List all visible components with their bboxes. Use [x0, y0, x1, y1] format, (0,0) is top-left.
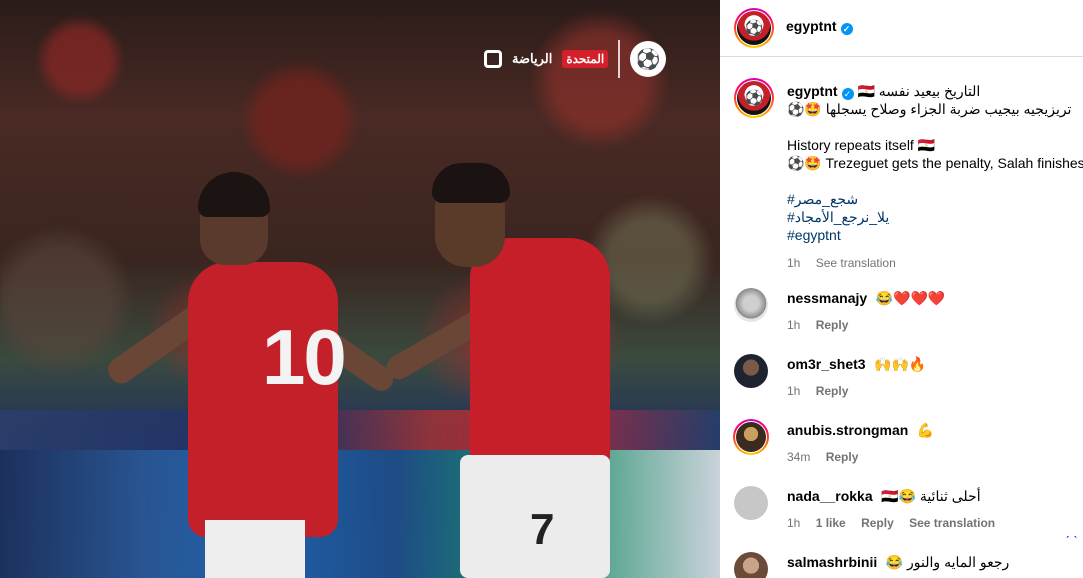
header-username[interactable]: egyptnt ✓ — [786, 18, 853, 35]
caption-time: 1h — [787, 256, 801, 270]
commenter-avatar[interactable] — [734, 486, 768, 520]
advertising-board — [0, 450, 720, 578]
logo-divider — [618, 40, 621, 78]
player-7-hair — [432, 163, 510, 203]
comment-username[interactable]: nada__rokka — [787, 488, 873, 504]
commenter-avatar[interactable] — [734, 354, 768, 388]
comment-item: nessmanajy 😂❤️❤️❤️ 1h Reply — [734, 288, 1083, 338]
header-username-text: egyptnt — [786, 18, 837, 34]
comments-panel: ⚽ egyptnt ✓ ⚽ egyptnt ✓ التاريخ بيعيد نفسه… — [720, 0, 1083, 578]
efa-crest-icon: ⚽ — [737, 11, 771, 45]
comment-username[interactable]: salmashrbinii — [787, 554, 877, 570]
reply-button[interactable]: Reply — [816, 318, 849, 332]
caption-avatar[interactable]: ⚽ — [734, 78, 774, 118]
see-translation-button[interactable]: See translation — [909, 516, 995, 530]
caption-line-en-2: ⚽️🤩 Trezeguet gets the penalty, Salah fi… — [787, 155, 1083, 171]
reply-button[interactable]: Reply — [861, 516, 894, 530]
comment-time: 1h — [787, 516, 801, 530]
comment-text: 🙌🙌🔥 — [874, 356, 927, 372]
logo-red-label: المتحدة — [562, 50, 609, 68]
cursor-mark: ˏ ˎ — [1065, 522, 1079, 538]
reply-button[interactable]: Reply — [826, 450, 859, 464]
logo-text: الرياضة — [512, 51, 553, 66]
comment-text: 😂❤️❤️❤️ — [875, 290, 946, 306]
comment-item: om3r_shet3 🙌🙌🔥 1h Reply — [734, 354, 1083, 404]
hashtag-link[interactable]: #يلا_نرجع_الأمجاد — [787, 208, 1083, 226]
shorts-number-7: 7 — [530, 505, 555, 554]
post-photo: 10 7 الرياضة المتحدة ⚽ — [0, 0, 720, 578]
comment-username[interactable]: om3r_shet3 — [787, 356, 866, 372]
hashtag-link[interactable]: #شجع_مصر — [787, 190, 1083, 208]
commenter-avatar[interactable] — [734, 552, 768, 578]
hashtag-link[interactable]: #egyptnt — [787, 226, 1083, 244]
caption-username[interactable]: egyptnt — [787, 83, 838, 99]
comment-time: 1h — [787, 318, 801, 332]
like-count[interactable]: 1 like — [816, 516, 846, 530]
comment-username[interactable]: nessmanajy — [787, 290, 867, 306]
efa-logo-icon: ⚽ — [630, 41, 667, 77]
comment-text: 🇪🇬😂 أحلى ثنائية — [881, 488, 981, 504]
comment-text: 😂 رجعو المايه والنور — [885, 554, 1010, 570]
reply-button[interactable]: Reply — [816, 384, 849, 398]
united-logo-icon — [484, 50, 502, 68]
commenter-avatar[interactable] — [733, 419, 769, 455]
commenter-avatar[interactable] — [734, 288, 768, 322]
see-translation-button[interactable]: See translation — [816, 256, 896, 270]
post-caption: egyptnt ✓ التاريخ بيعيد نفسه 🇪🇬 تريزيجيه … — [787, 82, 1083, 272]
jersey-number-10: 10 — [262, 313, 347, 401]
efa-crest-icon: ⚽ — [737, 81, 771, 115]
verified-badge-icon: ✓ — [841, 88, 854, 100]
comment-item: salmashrbinii 😂 رجعو المايه والنور — [734, 552, 1083, 578]
caption-line-en-1: History repeats itself 🇪🇬 — [787, 137, 936, 153]
comment-item: anubis.strongman 💪 34m Reply — [733, 419, 1083, 470]
player-7-jersey — [470, 238, 610, 468]
comment-time: 34m — [787, 450, 811, 464]
comment-text: 💪 — [916, 422, 935, 438]
caption-line-ar-2: تريزيجيه بيجيب ضربة الجزاء وصلاح يسجلها … — [787, 101, 1072, 117]
player-10-shorts — [205, 520, 305, 578]
comment-time: 1h — [787, 384, 801, 398]
caption-line-ar-1: التاريخ بيعيد نفسه 🇪🇬 — [857, 83, 981, 99]
stadium-bench — [0, 410, 720, 450]
broadcaster-logos: الرياضة المتحدة ⚽ — [484, 40, 667, 78]
comment-item: nada__rokka 🇪🇬😂 أحلى ثنائية 1h 1 like Re… — [734, 486, 1083, 536]
header-avatar[interactable]: ⚽ — [734, 8, 774, 48]
post-header: ⚽ egyptnt ✓ — [720, 0, 1083, 57]
caption-meta: 1h See translation — [787, 254, 1083, 272]
verified-badge-icon: ✓ — [840, 23, 853, 35]
comment-username[interactable]: anubis.strongman — [787, 422, 908, 438]
